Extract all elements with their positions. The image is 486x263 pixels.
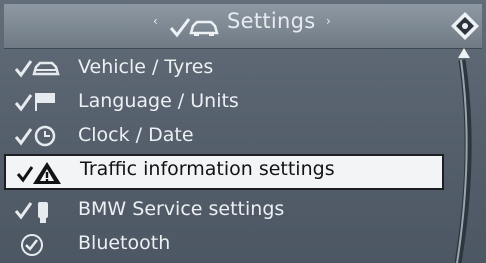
clock-check-icon xyxy=(14,125,56,147)
page-title: Settings xyxy=(227,9,316,33)
menu-item-bmw-service-settings[interactable]: BMW Service settings xyxy=(4,194,444,228)
header-left-arrow[interactable]: ‹ xyxy=(153,14,158,28)
service-check-icon xyxy=(14,202,48,223)
settings-car-check-icon xyxy=(169,18,219,38)
menu-item-label: BMW Service settings xyxy=(78,198,285,220)
menu-item-language-units[interactable]: Language / Units xyxy=(4,86,444,120)
menu-item-label: Bluetooth xyxy=(78,232,171,254)
warning-triangle-icon xyxy=(16,162,61,184)
menu-item-label: Traffic information settings xyxy=(80,158,335,180)
car-check-icon xyxy=(14,60,60,78)
menu-item-label: Language / Units xyxy=(78,90,239,112)
menu-item-traffic-information-settings[interactable]: Traffic information settings xyxy=(4,154,444,190)
controller-diamond-icon xyxy=(451,12,479,40)
menu-item-vehicle-tyres[interactable]: Vehicle / Tyres xyxy=(4,52,444,86)
scroll-indicator[interactable] xyxy=(440,44,486,263)
header-right-arrow[interactable]: › xyxy=(326,14,331,28)
settings-screen: ‹ Settings › Vehicle / Tyres Language / … xyxy=(0,0,486,263)
menu-header: ‹ Settings › xyxy=(4,4,482,49)
menu-item-label: Vehicle / Tyres xyxy=(78,56,214,78)
menu-item-label: Clock / Date xyxy=(78,124,194,146)
bluetooth-check-icon xyxy=(21,234,43,256)
scroll-up-arrow-icon xyxy=(458,48,470,58)
flag-check-icon xyxy=(14,93,55,112)
menu-item-bluetooth[interactable]: Bluetooth xyxy=(4,228,444,262)
menu-item-clock-date[interactable]: Clock / Date xyxy=(4,120,444,154)
